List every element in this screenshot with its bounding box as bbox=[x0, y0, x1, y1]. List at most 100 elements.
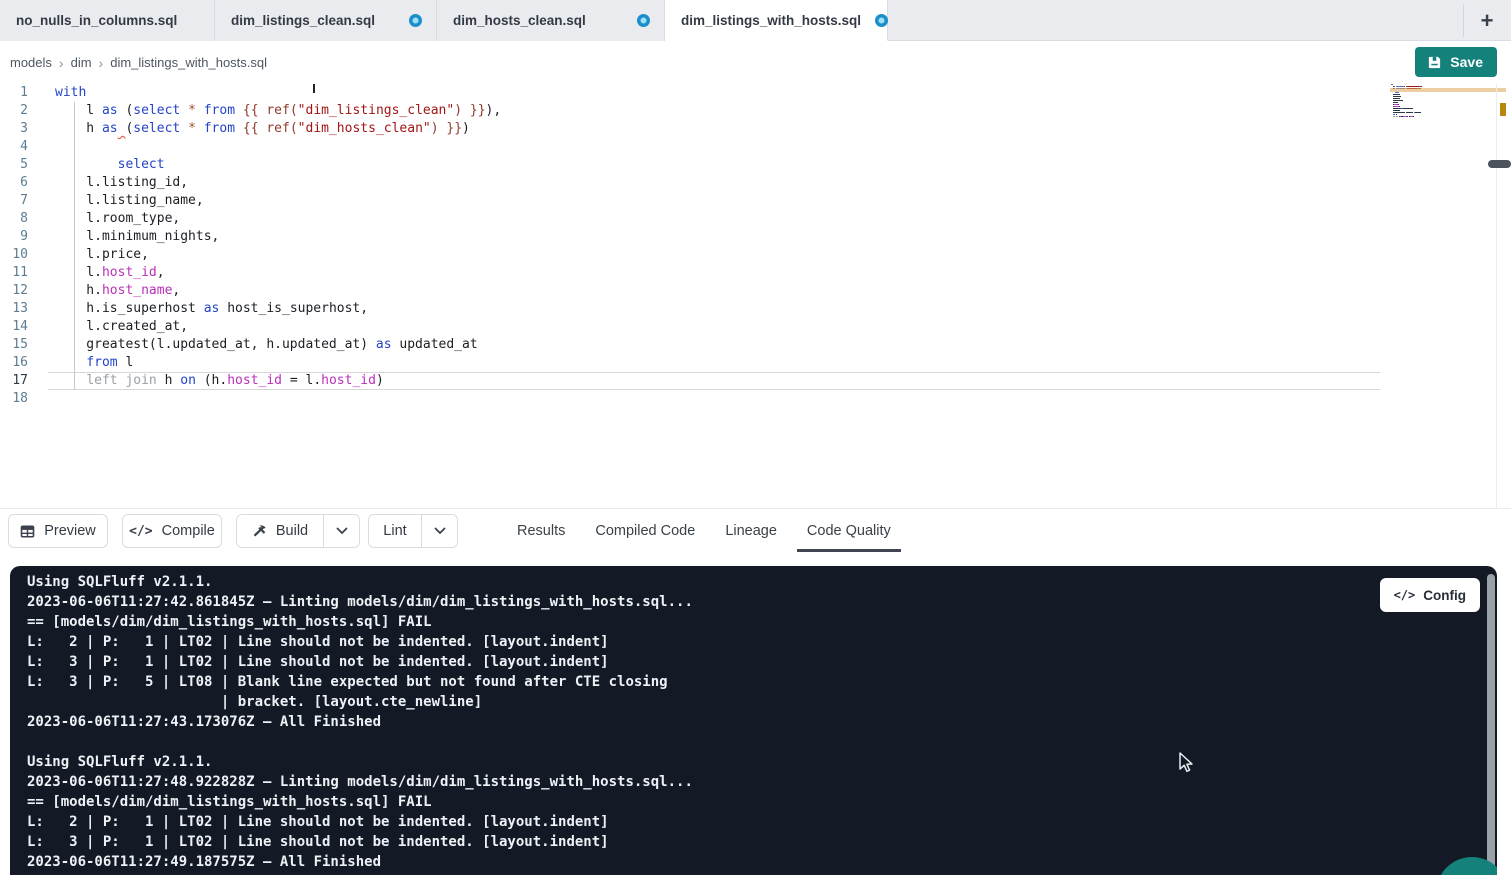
unsaved-changes-icon[interactable] bbox=[875, 14, 888, 27]
line-number: 12 bbox=[0, 282, 28, 300]
panel-tab-code-quality[interactable]: Code Quality bbox=[792, 509, 906, 553]
terminal-output[interactable]: Using SQLFluff v2.1.1. 2023-06-06T11:27:… bbox=[27, 572, 693, 872]
minimap[interactable] bbox=[1391, 84, 1463, 504]
line-number: 9 bbox=[0, 228, 28, 246]
code-line-3[interactable]: 3 h as (select * from {{ ref("dim_hosts_… bbox=[0, 120, 1511, 138]
code-line-1[interactable]: 1 with bbox=[0, 84, 1511, 102]
code-brackets-icon: </> bbox=[1394, 588, 1416, 602]
panel-tabs: ResultsCompiled CodeLineageCode Quality bbox=[502, 509, 906, 553]
code-lines: 1 with2 l as (select * from {{ ref("dim_l… bbox=[0, 84, 1511, 408]
line-number: 11 bbox=[0, 264, 28, 282]
file-header-bar: models›dim›dim_listings_with_hosts.sql S… bbox=[0, 41, 1511, 84]
code-line-15[interactable]: 15 greatest(l.updated_at, h.updated_at) … bbox=[0, 336, 1511, 354]
config-label: Config bbox=[1423, 588, 1466, 603]
line-content: l.host_id, bbox=[55, 264, 165, 282]
tab-label: no_nulls_in_columns.sql bbox=[16, 13, 177, 28]
line-number: 17 bbox=[0, 372, 28, 390]
unsaved-changes-icon[interactable] bbox=[637, 14, 650, 27]
compile-button[interactable]: </> Compile bbox=[122, 514, 222, 548]
compile-label: Compile bbox=[162, 523, 215, 539]
line-content: l as (select * from {{ ref("dim_listings… bbox=[55, 102, 501, 120]
line-number: 18 bbox=[0, 390, 28, 408]
editor-tab-dim-listings-with-hosts-sql[interactable]: dim_listings_with_hosts.sql bbox=[665, 0, 888, 41]
code-line-17[interactable]: 17 left join h on (h.host_id = l.host_id… bbox=[0, 372, 1511, 390]
editor-scrollbar-thumb[interactable] bbox=[1488, 160, 1511, 168]
dbt-cloud-ide: no_nulls_in_columns.sql dim_listings_clea… bbox=[0, 0, 1511, 875]
text-cursor bbox=[313, 84, 315, 93]
editor-right-border bbox=[1496, 84, 1497, 509]
line-content: l.created_at, bbox=[55, 318, 188, 336]
code-line-10[interactable]: 10 l.price, bbox=[0, 246, 1511, 264]
minimap-lint-highlight bbox=[1390, 88, 1506, 92]
breadcrumb-item-dim[interactable]: dim bbox=[71, 55, 92, 70]
save-button[interactable]: Save bbox=[1415, 47, 1497, 77]
preview-button[interactable]: Preview bbox=[8, 514, 108, 548]
build-split-button: Build bbox=[236, 514, 360, 548]
editor-tab-dim-hosts-clean-sql[interactable]: dim_hosts_clean.sql bbox=[437, 0, 665, 41]
panel-tab-results[interactable]: Results bbox=[502, 509, 580, 553]
unsaved-changes-icon[interactable] bbox=[409, 14, 422, 27]
code-line-18[interactable]: 18 bbox=[0, 390, 1511, 408]
editor-tab-dim-listings-clean-sql[interactable]: dim_listings_clean.sql bbox=[215, 0, 437, 41]
lint-label: Lint bbox=[383, 523, 406, 539]
line-content: l.room_type, bbox=[55, 210, 180, 228]
line-content: with bbox=[55, 84, 86, 102]
line-number: 1 bbox=[0, 84, 28, 102]
code-line-4[interactable]: 4 bbox=[0, 138, 1511, 156]
terminal-scrollbar-thumb[interactable] bbox=[1487, 574, 1495, 870]
breadcrumb: models›dim›dim_listings_with_hosts.sql bbox=[10, 41, 267, 84]
code-line-12[interactable]: 12 h.host_name, bbox=[0, 282, 1511, 300]
action-bar: Preview </> Compile Build bbox=[0, 509, 1511, 553]
line-number: 7 bbox=[0, 192, 28, 210]
line-content: l.listing_name, bbox=[55, 192, 204, 210]
config-button[interactable]: </> Config bbox=[1380, 578, 1480, 612]
chevron-down-icon bbox=[434, 527, 446, 535]
code-line-16[interactable]: 16 from l bbox=[0, 354, 1511, 372]
editor-tab-no-nulls-in-columns-sql[interactable]: no_nulls_in_columns.sql bbox=[0, 0, 215, 41]
chevron-down-icon bbox=[336, 527, 348, 535]
line-number: 15 bbox=[0, 336, 28, 354]
code-brackets-icon: </> bbox=[129, 524, 152, 539]
preview-label: Preview bbox=[44, 523, 96, 539]
code-line-7[interactable]: 7 l.listing_name, bbox=[0, 192, 1511, 210]
panel-tab-compiled-code[interactable]: Compiled Code bbox=[580, 509, 710, 553]
build-button[interactable]: Build bbox=[237, 515, 323, 547]
new-tab-button[interactable]: + bbox=[1471, 0, 1503, 41]
breadcrumb-item-dim-listings-with-hosts-sql[interactable]: dim_listings_with_hosts.sql bbox=[110, 55, 267, 70]
breadcrumb-separator: › bbox=[59, 55, 64, 71]
line-number: 5 bbox=[0, 156, 28, 174]
build-dropdown-button[interactable] bbox=[323, 515, 359, 547]
line-content: l.minimum_nights, bbox=[55, 228, 219, 246]
line-number: 10 bbox=[0, 246, 28, 264]
line-content: left join h on (h.host_id = l.host_id) bbox=[55, 372, 384, 390]
tab-label: dim_listings_with_hosts.sql bbox=[681, 13, 861, 28]
code-line-5[interactable]: 5 select bbox=[0, 156, 1511, 174]
line-number: 13 bbox=[0, 300, 28, 318]
line-content: l.listing_id, bbox=[55, 174, 188, 192]
code-line-11[interactable]: 11 l.host_id, bbox=[0, 264, 1511, 282]
line-content: from l bbox=[55, 354, 133, 372]
lint-button[interactable]: Lint bbox=[369, 515, 421, 547]
code-line-14[interactable]: 14 l.created_at, bbox=[0, 318, 1511, 336]
line-content: select bbox=[55, 156, 165, 174]
line-number: 14 bbox=[0, 318, 28, 336]
tab-label: dim_listings_clean.sql bbox=[231, 13, 375, 28]
code-line-9[interactable]: 9 l.minimum_nights, bbox=[0, 228, 1511, 246]
breadcrumb-item-models[interactable]: models bbox=[10, 55, 52, 70]
save-label: Save bbox=[1450, 54, 1483, 70]
help-fab-button[interactable] bbox=[1436, 857, 1497, 875]
code-line-6[interactable]: 6 l.listing_id, bbox=[0, 174, 1511, 192]
code-line-2[interactable]: 2 l as (select * from {{ ref("dim_listin… bbox=[0, 102, 1511, 120]
line-number: 6 bbox=[0, 174, 28, 192]
code-line-8[interactable]: 8 l.room_type, bbox=[0, 210, 1511, 228]
panel-tab-lineage[interactable]: Lineage bbox=[710, 509, 792, 553]
code-editor[interactable]: 1 with2 l as (select * from {{ ref("dim_l… bbox=[0, 84, 1511, 509]
line-content: h as (select * from {{ ref("dim_hosts_cl… bbox=[55, 120, 470, 138]
code-line-13[interactable]: 13 h.is_superhost as host_is_superhost, bbox=[0, 300, 1511, 318]
overview-ruler-warning-marker bbox=[1500, 103, 1506, 116]
lint-dropdown-button[interactable] bbox=[421, 515, 457, 547]
preview-table-icon bbox=[20, 524, 35, 539]
line-number: 3 bbox=[0, 120, 28, 138]
tab-label: dim_hosts_clean.sql bbox=[453, 13, 586, 28]
build-label: Build bbox=[276, 523, 308, 539]
